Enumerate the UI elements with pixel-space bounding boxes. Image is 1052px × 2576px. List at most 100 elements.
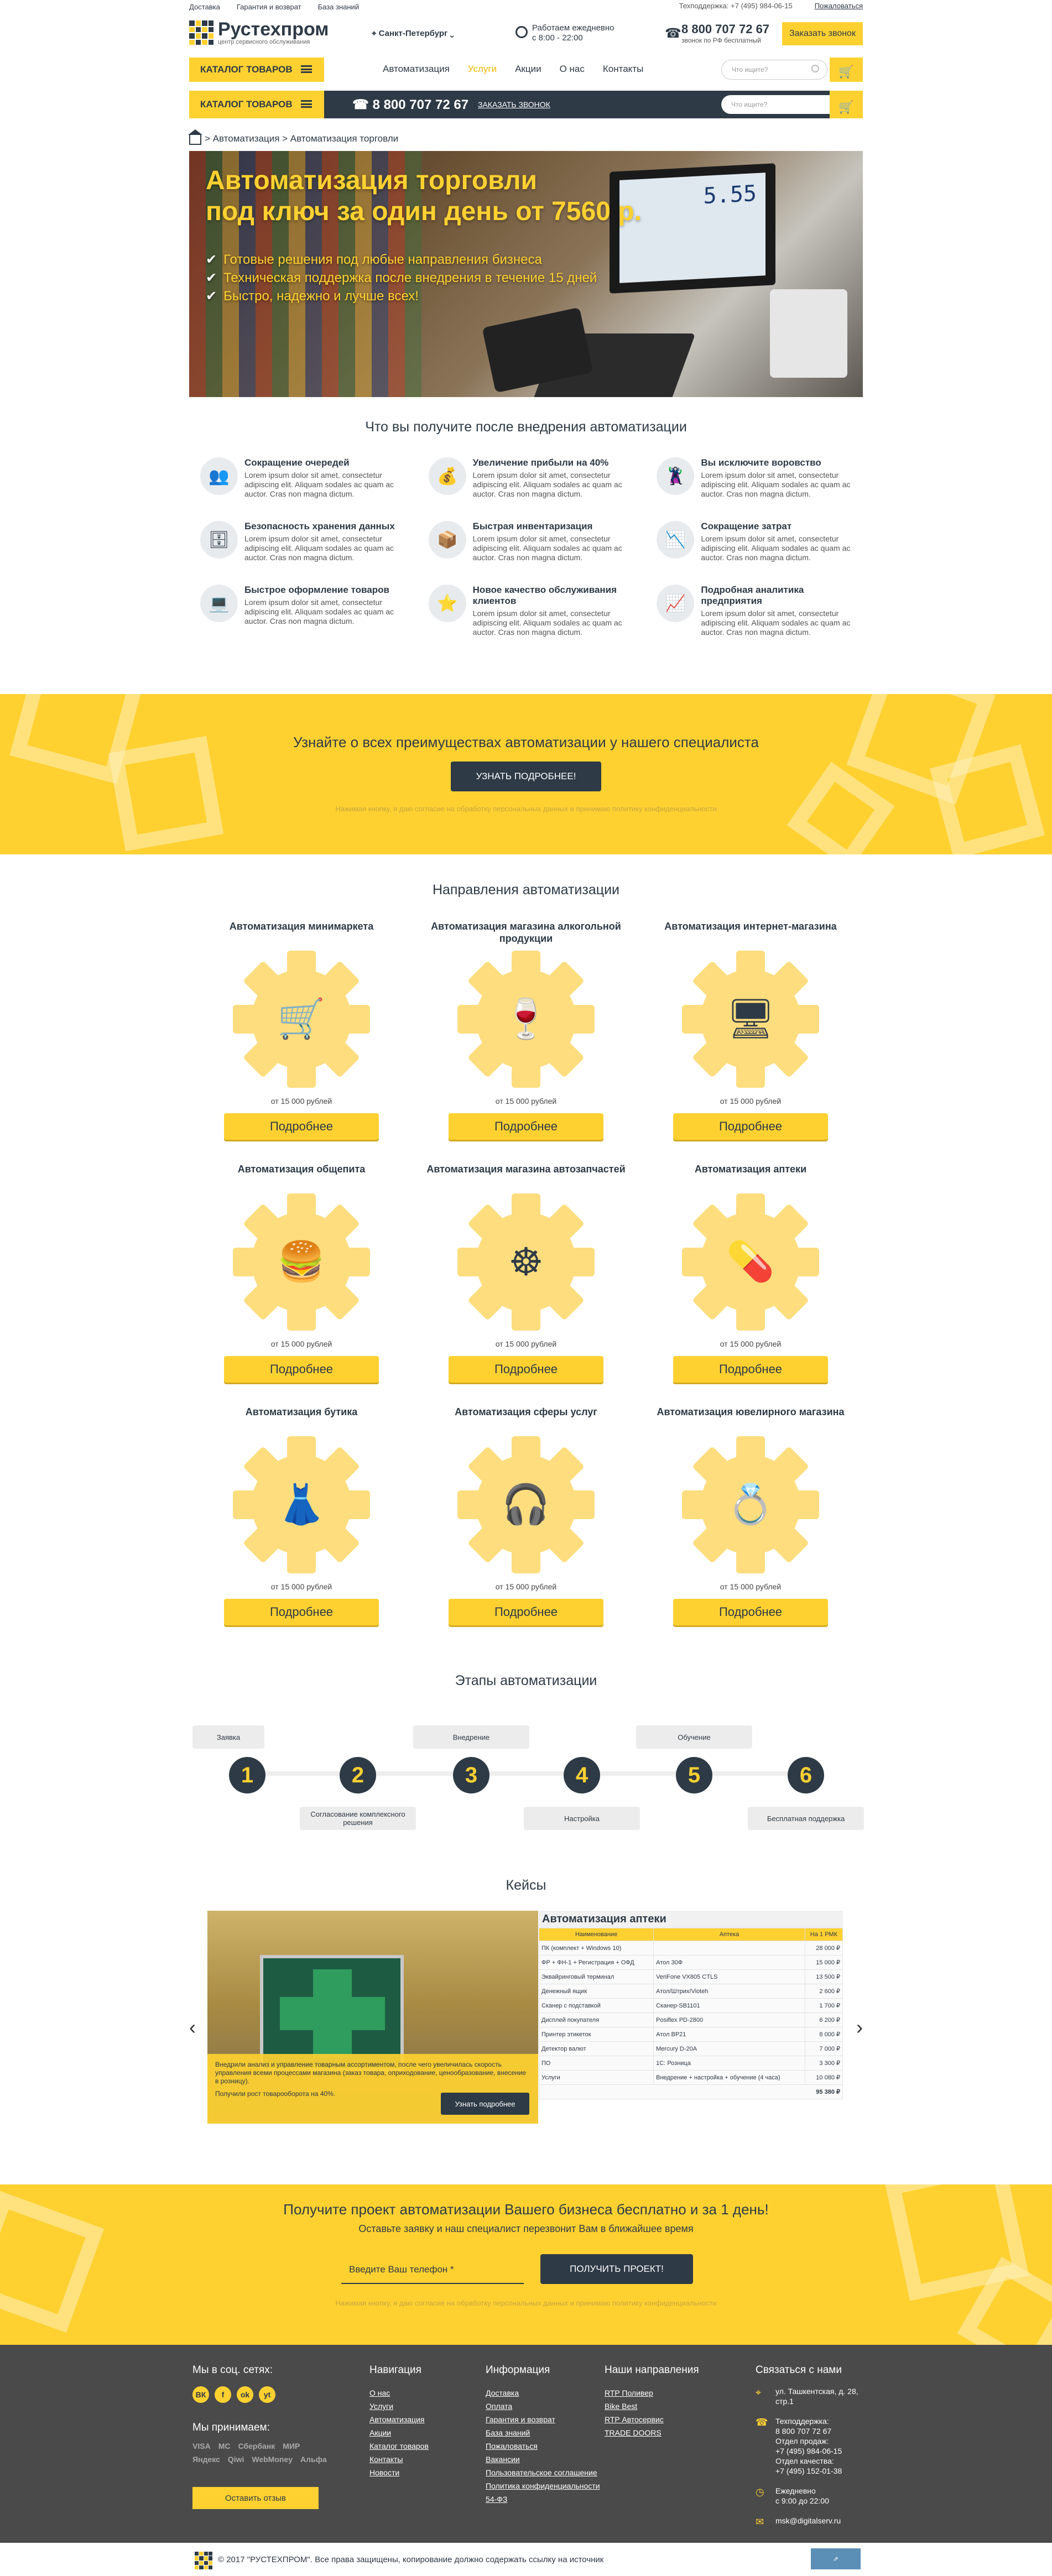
steering-wheel-icon: ☸ [508,1240,544,1284]
footer-brand-link[interactable]: Bike Best [605,2400,699,2413]
step-label: Согласование комплексного решения [300,1807,416,1830]
copyright-text: © 2017 "РУСТЕХПРОМ". Все права защищены,… [218,2555,604,2564]
city-selector[interactable]: ⌖ Санкт-Петербург ⌄ [372,29,454,38]
direction-card: Автоматизация ювелирного магазина 💍 от 1… [638,1406,863,1625]
direction-details-button[interactable]: Подробнее [224,1356,379,1383]
benefit-item: 📦 Быстрая инвентаризация Lorem ipsum dolor… [423,521,629,565]
table-cell: Атол/Штрих/Vioteh [653,1984,805,1999]
breadcrumb-path[interactable]: > Автоматизация > Автоматизация торговли [205,133,398,144]
get-project-button[interactable]: ПОЛУЧИТЬ ПРОЕКТ! [540,2254,693,2284]
footer-info-link[interactable]: База знаний [486,2426,600,2439]
footer-info-link[interactable]: 54-ФЗ [486,2492,600,2506]
nav-promotions[interactable]: Акции [515,64,541,75]
phone-field[interactable]: Введите Ваш телефон * [341,2254,524,2284]
knowledge-base-link[interactable]: База знаний [318,3,360,11]
leave-review-button[interactable]: Оставить отзыв [192,2487,319,2509]
chevron-right-icon[interactable]: › [856,2016,863,2039]
case-details-button[interactable]: Узнать подробнее [441,2093,529,2115]
sales-phone[interactable]: +7 (495) 984-06-15 [775,2447,842,2455]
sticky-catalog-button[interactable]: КАТАЛОГ ТОВАРОВ [189,91,324,118]
nav-automation[interactable]: Автоматизация [383,64,450,75]
support-phone[interactable]: 8 800 707 72 67 [775,2427,831,2436]
odnoklassniki-icon[interactable]: ok [237,2386,253,2403]
step-label: Заявка [192,1725,264,1749]
consult-title: Узнайте о всех преимуществах автоматизац… [293,734,759,750]
direction-details-button[interactable]: Подробнее [673,1356,828,1383]
table-cell: Атол 30Ф [653,1955,805,1970]
cart-button[interactable]: 🛒 [830,58,863,82]
footer-info-link[interactable]: Оплата [486,2400,600,2413]
table-total-row: 95 380 ₽ [539,2084,843,2099]
benefit-item: 👥 Сокращение очередей Lorem ipsum dolor si… [195,457,401,502]
phone-icon: ☎ [756,2417,768,2428]
gear-icon: 🍔 [232,1193,371,1331]
footer-info-link[interactable]: Пользовательское соглашение [486,2466,600,2479]
table-row: ПО 1С: Розница 3 300 ₽ [538,2056,843,2071]
sales-label: Отдел продаж: [775,2437,829,2445]
database-lock-icon: 🗄 [200,521,238,559]
footer-info-link[interactable]: Пожаловаться [486,2439,600,2453]
order-call-button[interactable]: Заказать звонок [782,22,863,45]
benefit-item: 💻 Быстрое оформление товаров Lorem ipsum d… [195,585,401,637]
table-cell: 8 000 ₽ [804,2027,843,2042]
info-title: Информация [486,2364,550,2376]
catalog-button[interactable]: КАТАЛОГ ТОВАРОВ [189,58,324,82]
footer-info-link[interactable]: Доставка [486,2386,600,2400]
direction-card: Автоматизация сферы услуг 🎧 от 15 000 ру… [414,1406,638,1625]
chevron-left-icon[interactable]: ‹ [189,2016,196,2039]
home-icon[interactable] [188,129,202,145]
footer-info-link[interactable]: Политика конфиденциальности [486,2479,600,2492]
footer-nav-link[interactable]: Контакты [369,2453,429,2466]
steps-section: Этапы автоматизации Заявка Согласование … [189,1673,864,1839]
footer-nav-link[interactable]: Каталог товаров [369,2439,429,2453]
direction-card: Автоматизация бутика 👗 от 15 000 рублей … [189,1406,414,1625]
direction-details-button[interactable]: Подробнее [673,1599,828,1625]
quality-phone[interactable]: +7 (495) 152-01-38 [775,2467,842,2475]
nav-services[interactable]: Услуги [468,64,497,75]
mail-icon: ✉ [756,2516,764,2527]
direction-details-button[interactable]: Подробнее [673,1113,828,1140]
footer-nav-link[interactable]: Акции [369,2426,429,2439]
footer-nav-link[interactable]: Новости [369,2466,429,2479]
direction-details-button[interactable]: Подробнее [224,1113,379,1140]
nav-about[interactable]: О нас [560,64,585,75]
sticky-callback-link[interactable]: ЗАКАЗАТЬ ЗВОНОК [478,100,550,109]
direction-details-button[interactable]: Подробнее [224,1599,379,1625]
sticky-phone[interactable]: ☎ 8 800 707 72 67 [352,97,468,113]
delivery-link[interactable]: Доставка [189,3,220,11]
footer: Мы в соц. сетях: ВК f ok yt Мы принимаем… [0,2345,1052,2543]
facebook-icon[interactable]: f [215,2386,231,2403]
phone-note: звонок по РФ бесплатный [681,36,761,44]
footer-info-link[interactable]: Вакансии [486,2453,600,2466]
youtube-icon[interactable]: yt [259,2386,275,2403]
search-icon[interactable] [811,65,819,72]
footer-brand-link[interactable]: RTP Поливер [605,2386,699,2400]
cart-icon: 🛒 [277,997,326,1040]
complain-link[interactable]: Пожаловаться [815,2,863,10]
nav-contacts[interactable]: Контакты [603,64,643,75]
learn-more-button[interactable]: УЗНАТЬ ПОДРОБНЕЕ! [451,762,601,791]
search-placeholder: Что ищите? [732,66,768,74]
footer-nav-link[interactable]: Автоматизация [369,2413,429,2426]
gear-icon: ☸ [457,1193,595,1331]
footer-info: Информация Доставка Оплата Гарантия и возв… [486,2364,600,2506]
footer-brand-link[interactable]: RTP Автосервис [605,2413,699,2426]
footer-nav-link[interactable]: Услуги [369,2400,429,2413]
work-hours: Работаем ежедневно с 8:00 - 22:00 [515,23,614,43]
vk-icon[interactable]: ВК [192,2386,209,2403]
table-row: Принтер этикеток Атол BP21 8 000 ₽ [538,2027,843,2042]
footer-brand-link[interactable]: TRADE DOORS [605,2426,699,2439]
guarantee-link[interactable]: Гарантия и возврат [237,3,301,11]
sticky-cart-button[interactable]: 🛒 [830,91,863,118]
developer-logo[interactable]: ⇗ [811,2548,861,2569]
header-phone[interactable]: ☎ 8 800 707 72 67 звонок по РФ бесплатны… [665,22,769,44]
footer-nav-link[interactable]: О нас [369,2386,429,2400]
consult-banner: Узнайте о всех преимуществах автоматизац… [0,694,1052,854]
direction-details-button[interactable]: Подробнее [449,1113,603,1140]
logo[interactable]: Рустехпром центр сервисного обслуживания [189,20,329,45]
direction-details-button[interactable]: Подробнее [449,1599,603,1625]
search-input[interactable]: Что ищите? [721,60,827,80]
email[interactable]: msk@digitalserv.ru [775,2516,841,2525]
footer-info-link[interactable]: Гарантия и возврат [486,2413,600,2426]
direction-details-button[interactable]: Подробнее [449,1356,603,1383]
